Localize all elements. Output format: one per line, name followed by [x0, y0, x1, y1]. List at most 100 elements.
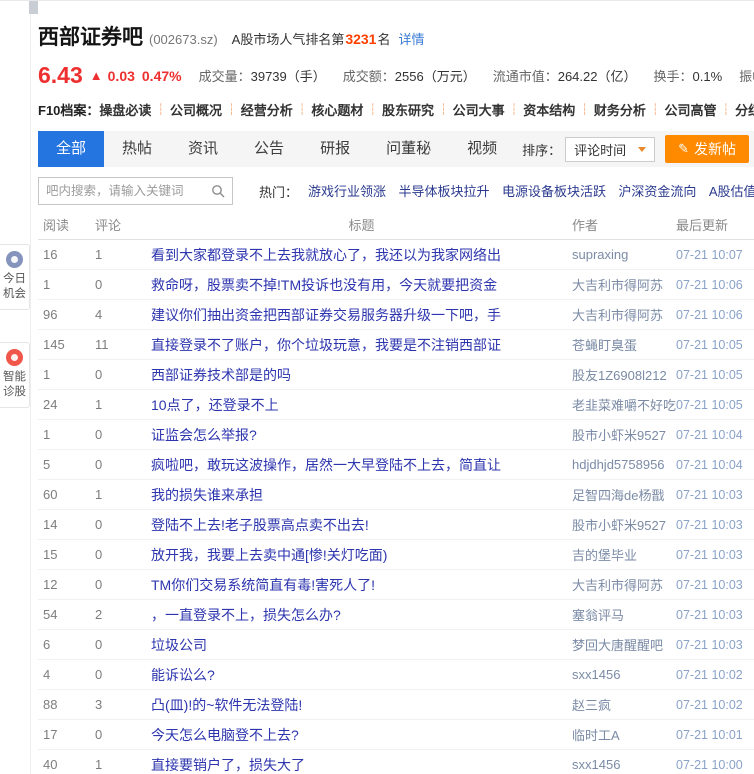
f10-link[interactable]: 核心题材: [311, 100, 363, 119]
post-title-link[interactable]: 登陆不上去!老子股票高点卖不出去!: [151, 515, 572, 535]
hot-topic-link[interactable]: A股估值分析全览: [709, 184, 754, 199]
new-post-button[interactable]: ✎ 发新帖: [665, 135, 749, 163]
read-count: 12: [43, 577, 58, 592]
post-author-link[interactable]: 股友1Z6908l212: [572, 365, 676, 384]
f10-item: 财务分析: [575, 100, 646, 119]
main-content: 西部证券吧 (002673.sz) A股市场人气排名第3231名 详情 6.43…: [38, 1, 754, 774]
read-count: 5: [43, 457, 51, 472]
read-count: 1: [43, 277, 51, 292]
table-row: 24 1 10点了，还登录不上 老韭菜难嚼不好吃 07-21 10:05: [38, 390, 754, 420]
tab[interactable]: 热帖: [104, 131, 170, 167]
quote-stat: 成交量：39739（手）: [199, 66, 326, 85]
post-updated-time: 07-21 10:03: [676, 637, 743, 652]
tab[interactable]: 问董秘: [368, 131, 449, 167]
tab[interactable]: 全部: [38, 131, 105, 167]
post-title-link[interactable]: 建议你们抽出资金把西部证券交易服务器升级一下吧，手: [151, 305, 572, 325]
post-title-link[interactable]: ，一直登录不上，损失怎么办?: [151, 605, 572, 625]
f10-link[interactable]: 公司大事: [453, 100, 505, 119]
read-count: 6: [43, 637, 51, 652]
post-author-link[interactable]: sxx1456: [572, 757, 676, 772]
post-title-link[interactable]: 凸(皿)!的~软件无法登陆!: [151, 695, 572, 715]
post-title-link[interactable]: 我的损失谁来承担: [151, 485, 572, 505]
f10-link[interactable]: 股东研究: [382, 100, 434, 119]
table-row: 1 0 救命呀，股票卖不掉!TM投诉也没有用，今天就要把资金 大吉利市得阿苏 0…: [38, 270, 754, 300]
comment-count: 1: [95, 247, 103, 262]
smart-diagnose-icon: [6, 349, 23, 366]
f10-link[interactable]: 公司概况: [170, 100, 222, 119]
search-icon[interactable]: [211, 184, 225, 198]
post-author-link[interactable]: 赵三疯: [572, 695, 676, 714]
post-updated-time: 07-21 10:01: [676, 727, 743, 742]
post-title-link[interactable]: 垃圾公司: [151, 635, 572, 655]
post-author-link[interactable]: 股市小虾米9527: [572, 425, 676, 444]
post-title-link[interactable]: 救命呀，股票卖不掉!TM投诉也没有用，今天就要把资金: [151, 275, 572, 295]
comment-count: 0: [95, 547, 103, 562]
post-title-link[interactable]: TM你们交易系统简直有毒!害死人了!: [151, 575, 572, 595]
post-title-link[interactable]: 直接登录不了账户，你个垃圾玩意，我要是不注销西部证: [151, 335, 572, 355]
rail-shortcut[interactable]: 今日 机会: [0, 244, 30, 310]
post-author-link[interactable]: hdjdhjd5758956: [572, 457, 676, 472]
rank-detail-link[interactable]: 详情: [399, 29, 425, 48]
post-author-link[interactable]: 股市小虾米9527: [572, 515, 676, 534]
stat-value: 2556（万元）: [394, 69, 476, 84]
price-change: 0.03: [107, 67, 135, 84]
post-title-link[interactable]: 10点了，还登录不上: [151, 395, 572, 415]
post-author-link[interactable]: 塞翁评马: [572, 605, 676, 624]
post-author-link[interactable]: 足智四海de杨戬: [572, 485, 676, 504]
bar-header: 西部证券吧 (002673.sz) A股市场人气排名第3231名 详情: [38, 21, 754, 51]
post-author-link[interactable]: 临时工A: [572, 725, 676, 744]
hot-topic-link[interactable]: 电源设备板块活跃: [502, 184, 606, 199]
rail-shortcut[interactable]: 智能 诊股: [0, 342, 30, 408]
hot-topic-link[interactable]: 沪深资金流向: [618, 184, 696, 199]
f10-label: F10档案：: [38, 103, 100, 118]
table-row: 5 0 疯啦吧，敢玩这波操作，居然一大早登陆不上去，简直让 hdjdhjd575…: [38, 450, 754, 480]
search-input[interactable]: [46, 184, 207, 198]
post-author-link[interactable]: 大吉利市得阿苏: [572, 275, 676, 294]
tab[interactable]: 视频: [449, 131, 515, 167]
rail-label-line2: 诊股: [3, 386, 26, 398]
post-title-link[interactable]: 直接要销户了，损失大了: [151, 755, 572, 774]
f10-item: 公司高管: [646, 100, 717, 119]
post-title-link[interactable]: 证监会怎么举报?: [151, 425, 572, 445]
scrollbar-thumb[interactable]: [29, 1, 38, 14]
post-author-link[interactable]: 老韭菜难嚼不好吃: [572, 395, 676, 414]
comment-count: 2: [95, 607, 103, 622]
post-author-link[interactable]: 吉的堡毕业: [572, 545, 676, 564]
post-title-link[interactable]: 疯啦吧，敢玩这波操作，居然一大早登陆不上去，简直让: [151, 455, 572, 475]
tab[interactable]: 公告: [236, 131, 302, 167]
read-count: 54: [43, 607, 58, 622]
read-count: 14: [43, 517, 58, 532]
hot-topic-link[interactable]: 半导体板块拉升: [398, 184, 489, 199]
comment-count: 0: [95, 577, 103, 592]
tab[interactable]: 资讯: [170, 131, 236, 167]
post-author-link[interactable]: supraxing: [572, 247, 676, 262]
tab[interactable]: 研报: [302, 131, 368, 167]
search-box[interactable]: [38, 177, 233, 205]
post-title-link[interactable]: 放开我，我要上去卖中通[惨!关灯吃面): [151, 545, 572, 565]
f10-link[interactable]: 公司高管: [665, 100, 717, 119]
f10-link[interactable]: 财务分析: [594, 100, 646, 119]
f10-link[interactable]: 资本结构: [523, 100, 575, 119]
table-row: 6 0 垃圾公司 梦回大唐醒醒吧 07-21 10:03: [38, 630, 754, 660]
f10-link[interactable]: 分红融资: [735, 100, 754, 119]
post-author-link[interactable]: 大吉利市得阿苏: [572, 305, 676, 324]
sort-dropdown[interactable]: 评论时间: [565, 136, 656, 162]
post-title-link[interactable]: 能诉讼么?: [151, 665, 572, 685]
post-author-link[interactable]: sxx1456: [572, 667, 676, 682]
post-title-link[interactable]: 今天怎么电脑登不上去?: [151, 725, 572, 745]
post-title-link[interactable]: 西部证券技术部是的吗: [151, 365, 572, 385]
post-updated-time: 07-21 10:03: [676, 577, 743, 592]
f10-link[interactable]: 操盘必读: [99, 100, 151, 119]
f10-link[interactable]: 经营分析: [241, 100, 293, 119]
table-row: 60 1 我的损失谁来承担 足智四海de杨戬 07-21 10:03: [38, 480, 754, 510]
post-author-link[interactable]: 梦回大唐醒醒吧: [572, 635, 676, 654]
read-count: 60: [43, 487, 58, 502]
hot-topic-link[interactable]: 游戏行业领涨: [308, 184, 386, 199]
header-read: 阅读: [43, 218, 70, 233]
post-author-link[interactable]: 苍蝇盯臭蛋: [572, 335, 676, 354]
rank-suffix: 名: [377, 32, 391, 47]
quote-stat: 振幅：1.25%: [739, 66, 754, 85]
table-row: 14 0 登陆不上去!老子股票高点卖不出去! 股市小虾米9527 07-21 1…: [38, 510, 754, 540]
post-title-link[interactable]: 看到大家都登录不上去我就放心了，我还以为我家网络出: [151, 245, 572, 265]
post-author-link[interactable]: 大吉利市得阿苏: [572, 575, 676, 594]
